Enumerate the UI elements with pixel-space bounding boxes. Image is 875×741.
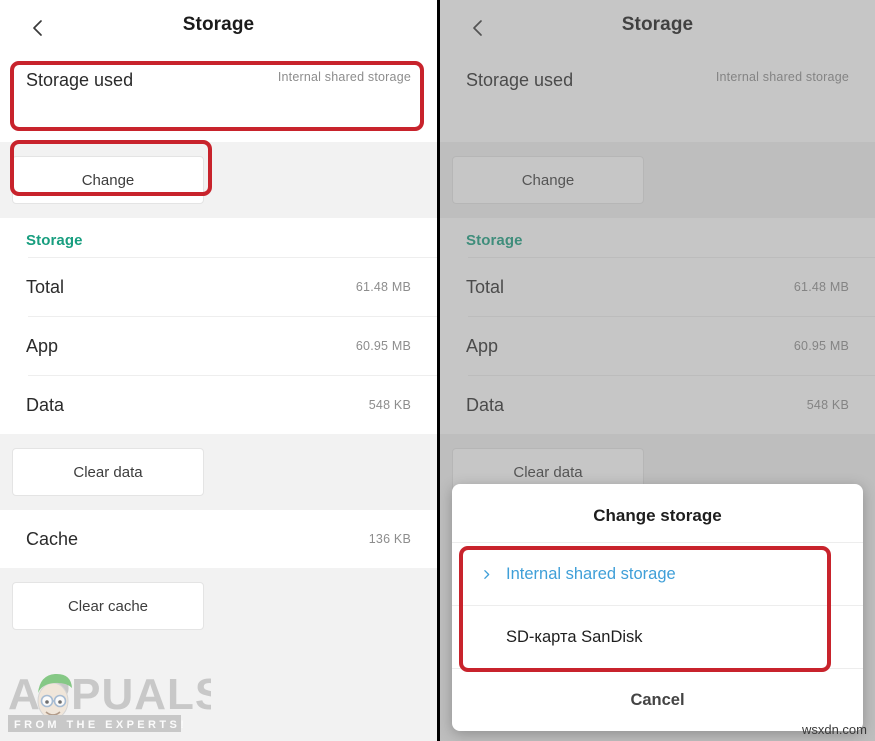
clear-cache-button[interactable]: Clear cache [12,582,204,630]
dialog-title: Change storage [593,506,722,525]
cache-block: Cache 136 KB [0,510,437,568]
panel-separator [437,0,440,741]
storage-used-label: Storage used [26,70,134,90]
right-screenshot-panel: Storage Storage used Internal shared sto… [440,0,875,741]
appuals-watermark-logo: APPUALS FROM THE EXPERTS! [6,657,224,733]
dialog-option-label: SD-карта SanDisk [506,627,643,646]
row-label: App [26,335,59,356]
clear-data-button[interactable]: Clear data [12,448,204,496]
row-value: 548 KB [368,398,411,412]
change-button[interactable]: Change [12,156,204,204]
storage-settings-screen: Storage Storage used Internal shared sto… [0,0,437,741]
chevron-right-icon [480,568,494,581]
dialog-option-internal-shared-storage[interactable]: Internal shared storage [452,543,863,605]
clear-cache-button-area: Clear cache [0,568,437,644]
cache-row[interactable]: Cache 136 KB [0,510,437,568]
storage-used-value: Internal shared storage [277,70,411,84]
svg-text:FROM THE EXPERTS!: FROM THE EXPERTS! [14,719,187,731]
change-button-area: Change [0,142,437,218]
table-row[interactable]: App 60.95 MB [0,317,437,375]
storage-section: Storage Total 61.48 MB App 60.95 MB Data… [0,218,437,434]
storage-used-row[interactable]: Storage used Internal shared storage [0,56,437,142]
app-bar: Storage [0,0,437,56]
table-row[interactable]: Total 61.48 MB [0,258,437,316]
storage-used-block: Storage used Internal shared storage [0,56,437,142]
dialog-option-label: Internal shared storage [506,564,676,583]
row-value: 61.48 MB [355,280,411,294]
row-label: Data [26,394,65,415]
cache-label: Cache [26,528,79,549]
left-screenshot-panel: Storage Storage used Internal shared sto… [0,0,437,741]
row-value: 60.95 MB [355,339,411,353]
screenshot-stage: Storage Storage used Internal shared sto… [0,0,875,741]
storage-section-header: Storage [0,218,437,257]
clear-data-button-area: Clear data [0,434,437,510]
dialog-option-sd-card[interactable]: SD-карта SanDisk [452,606,863,668]
change-storage-dialog: Change storage Internal shared storage S… [452,484,863,731]
table-row[interactable]: Data 548 KB [0,376,437,434]
page-title: Storage [182,14,255,35]
wsxdn-watermark: wsxdn.com [801,722,867,737]
cache-value: 136 KB [368,532,411,546]
row-label: Total [26,276,65,297]
